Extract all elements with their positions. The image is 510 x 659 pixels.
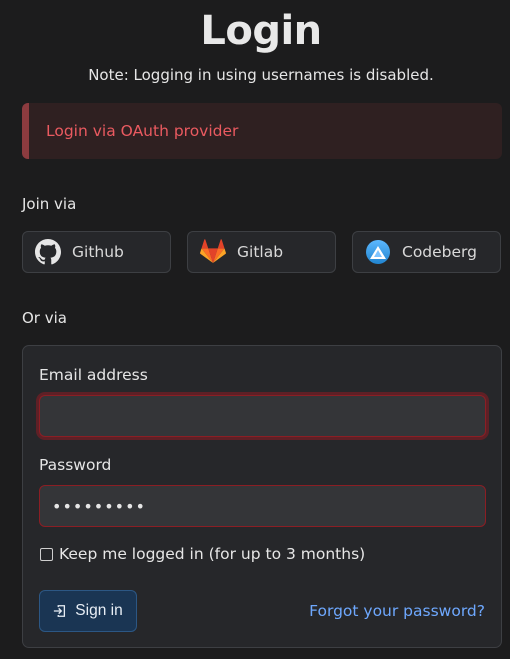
error-alert: Login via OAuth provider [22, 103, 502, 159]
sign-in-icon [54, 605, 66, 617]
password-label: Password [39, 456, 112, 474]
github-button[interactable]: Github [22, 231, 171, 273]
join-via-label: Join via [22, 195, 77, 213]
codeberg-label: Codeberg [402, 243, 477, 261]
email-field[interactable] [39, 395, 486, 437]
github-icon [35, 239, 61, 265]
gitlab-button[interactable]: Gitlab [187, 231, 336, 273]
login-note: Note: Logging in using usernames is disa… [88, 66, 434, 84]
remember-me[interactable]: Keep me logged in (for up to 3 months) [40, 545, 365, 563]
login-form: Email address Password Keep me logged in… [22, 345, 502, 648]
codeberg-icon [366, 240, 390, 264]
remember-label: Keep me logged in (for up to 3 months) [59, 545, 366, 563]
github-label: Github [72, 243, 124, 261]
login-page: Login Note: Logging in using usernames i… [0, 0, 510, 659]
sign-in-label: Sign in [75, 602, 123, 619]
email-label: Email address [39, 366, 148, 384]
page-title: Login [200, 8, 322, 54]
forgot-password-link[interactable]: Forgot your password? [309, 602, 485, 620]
remember-checkbox[interactable] [40, 547, 53, 561]
gitlab-icon [200, 239, 226, 264]
gitlab-label: Gitlab [237, 243, 284, 261]
alert-message: Login via OAuth provider [46, 122, 239, 140]
or-via-label: Or via [22, 309, 67, 327]
codeberg-button[interactable]: Codeberg [352, 231, 501, 273]
oauth-providers: Github Gitlab Codeberg [22, 231, 502, 273]
sign-in-button[interactable]: Sign in [39, 590, 137, 632]
password-field[interactable] [39, 485, 486, 527]
